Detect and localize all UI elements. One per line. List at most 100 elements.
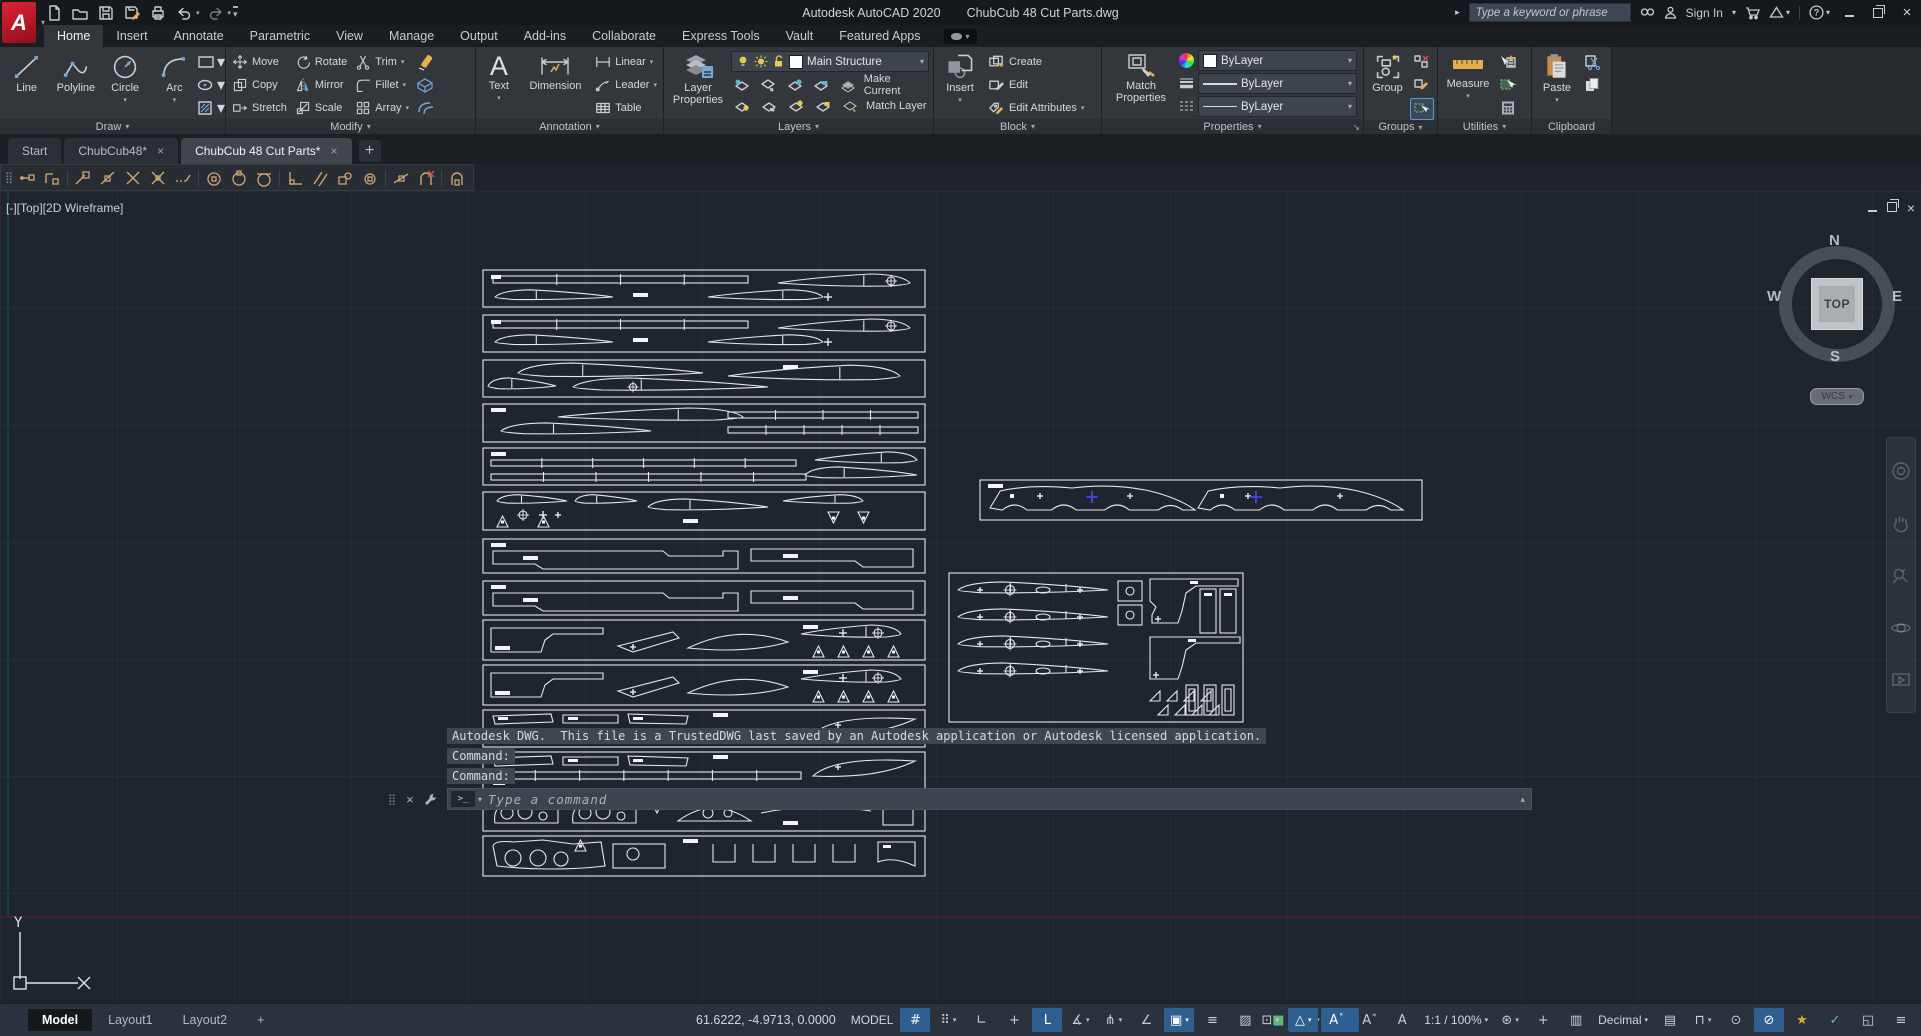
panel-title-draw[interactable]: Draw▾ xyxy=(0,119,225,134)
insert-block-button[interactable]: Insert▾ xyxy=(937,50,983,107)
rotate-button[interactable]: Rotate xyxy=(292,50,350,73)
layout-tab-layout2[interactable]: Layout2 xyxy=(169,1009,241,1031)
match-layer-icon[interactable] xyxy=(839,96,861,116)
layer-freeze-icon[interactable] xyxy=(784,75,806,95)
command-history-toggle-icon[interactable]: ▴ xyxy=(1520,794,1525,805)
trim-button[interactable]: Trim▾ xyxy=(352,50,412,73)
graphics-performance[interactable]: ⊘ xyxy=(1754,1008,1784,1032)
gizmo-toggle[interactable]: △▾ xyxy=(1288,1008,1318,1032)
annotation-autoscale-toggle[interactable]: A* xyxy=(1354,1008,1384,1032)
leader-button[interactable]: Leader▾ xyxy=(592,73,660,96)
viewport-label[interactable]: [-][Top][2D Wireframe] xyxy=(6,201,123,215)
table-button[interactable]: Table xyxy=(592,96,660,119)
new-drawing-button[interactable] xyxy=(44,3,64,23)
clean-screen[interactable]: ◱ xyxy=(1853,1008,1883,1032)
array-button[interactable]: Array▾ xyxy=(352,96,412,119)
stretch-button[interactable]: Stretch xyxy=(229,96,290,119)
orbit-icon[interactable] xyxy=(1890,618,1912,638)
workspace-switching[interactable]: ⊛▾ xyxy=(1495,1008,1525,1032)
dynamic-input-toggle[interactable]: + xyxy=(999,1008,1029,1032)
measure-button[interactable]: Measure▾ xyxy=(1441,50,1495,103)
file-tab-close-icon[interactable]: × xyxy=(157,144,164,158)
model-space-button[interactable]: MODEL xyxy=(847,1013,898,1027)
ortho-mode-toggle[interactable]: L xyxy=(1032,1008,1062,1032)
a360-icon[interactable]: ▾ xyxy=(1769,6,1790,19)
polyline-button[interactable]: Polyline xyxy=(52,50,99,94)
text-button[interactable]: A Text▾ xyxy=(479,50,519,105)
command-close-icon[interactable]: × xyxy=(406,792,414,807)
search-icon[interactable] xyxy=(1640,6,1655,19)
redo-caret-icon[interactable]: ▾ xyxy=(228,9,232,17)
nearest-icon[interactable] xyxy=(389,167,413,189)
grid-display-toggle[interactable]: # xyxy=(900,1008,930,1032)
ribbon-tab-output[interactable]: Output xyxy=(447,25,511,47)
ribbon-tab-collaborate[interactable]: Collaborate xyxy=(579,25,669,47)
undo-caret-icon[interactable]: ▾ xyxy=(196,9,200,17)
showmotion-icon[interactable] xyxy=(1890,670,1912,690)
minimize-button[interactable] xyxy=(1839,4,1859,22)
quick-select-icon[interactable] xyxy=(1497,52,1519,72)
ribbon-tab-express-tools[interactable]: Express Tools xyxy=(669,25,773,47)
ribbon-tab-annotate[interactable]: Annotate xyxy=(161,25,237,47)
lock-ui[interactable]: ⊓▾ xyxy=(1688,1008,1718,1032)
select-objects-icon[interactable] xyxy=(1497,75,1519,95)
endpoint-icon[interactable] xyxy=(71,167,95,189)
ungroup-icon[interactable] xyxy=(1411,52,1433,72)
group-button[interactable]: Group xyxy=(1367,50,1408,94)
command-caret-icon[interactable]: ▾ xyxy=(478,795,482,804)
connect-media-button[interactable]: ▾ xyxy=(944,29,977,44)
toolbar-grip[interactable]: ⣿ xyxy=(5,171,11,184)
offset-icon[interactable] xyxy=(414,98,436,118)
command-input[interactable]: >_ ▾ Type a command ▴ xyxy=(447,788,1532,810)
line-button[interactable]: Line xyxy=(3,50,50,94)
restore-button[interactable] xyxy=(1868,4,1888,22)
layer-thaw-icon[interactable] xyxy=(785,96,807,116)
ellipse-tool-icon[interactable]: ▾ xyxy=(200,75,222,95)
panel-title-properties[interactable]: Properties▾ xyxy=(1102,119,1363,134)
units-value[interactable]: Decimal▾ xyxy=(1594,1013,1652,1027)
snap-mode-toggle[interactable]: ⠿▾ xyxy=(933,1008,963,1032)
temporary-track-point-icon[interactable] xyxy=(15,167,39,189)
fillet-button[interactable]: Fillet▾ xyxy=(352,73,412,96)
midpoint-icon[interactable] xyxy=(96,167,120,189)
quadrant-icon[interactable] xyxy=(227,167,251,189)
file-tab-start[interactable]: Start xyxy=(8,138,61,164)
annotation-visibility-toggle[interactable]: A° xyxy=(1321,1008,1351,1032)
panel-title-clipboard[interactable]: Clipboard xyxy=(1532,119,1611,134)
user-icon[interactable] xyxy=(1664,6,1677,19)
layer-dropdown[interactable]: Main Structure ▾ xyxy=(731,51,929,72)
file-tab-chubcub48[interactable]: ChubCub48*× xyxy=(64,138,178,164)
plot-button[interactable] xyxy=(148,3,168,23)
ribbon-tab-insert[interactable]: Insert xyxy=(103,25,160,47)
hatch-tool-icon[interactable]: ▾ xyxy=(200,98,222,118)
explode-icon[interactable] xyxy=(414,75,436,95)
match-properties-button[interactable]: Match Properties xyxy=(1105,50,1177,104)
layer-on-icon[interactable] xyxy=(731,96,753,116)
lineweight-display-toggle[interactable]: ≡ xyxy=(1197,1008,1227,1032)
insertion-point-icon[interactable] xyxy=(333,167,357,189)
layout-tab-model[interactable]: Model xyxy=(28,1009,92,1031)
isolate-objects[interactable]: ⊙ xyxy=(1721,1008,1751,1032)
move-button[interactable]: Move xyxy=(229,50,290,73)
lineweight-dropdown[interactable]: ByLayer▾ xyxy=(1198,73,1357,94)
ribbon-tab-view[interactable]: View xyxy=(323,25,376,47)
copy-clip-icon[interactable] xyxy=(1581,75,1603,95)
crosshair-icon[interactable]: + xyxy=(1528,1008,1558,1032)
properties-expander-icon[interactable]: ↘ xyxy=(1352,122,1360,133)
object-color-dropdown[interactable]: ByLayer▾ xyxy=(1198,50,1357,71)
sign-in-label[interactable]: Sign In xyxy=(1686,6,1723,20)
trusteddwg-icon[interactable]: ★ xyxy=(1787,1008,1817,1032)
edit-attributes-button[interactable]: Edit Attributes▾ xyxy=(985,96,1087,119)
ribbon-tab-vault[interactable]: Vault xyxy=(773,25,827,47)
circle-button[interactable]: Circle▾ xyxy=(102,50,149,107)
layout-tab-layout1[interactable]: Layout1 xyxy=(94,1009,166,1031)
intersection-icon[interactable] xyxy=(121,167,145,189)
application-menu-button[interactable]: A▾ xyxy=(2,2,36,43)
create-block-button[interactable]: Create xyxy=(985,50,1087,73)
object-snap-tracking-toggle[interactable]: ∠ xyxy=(1131,1008,1161,1032)
layer-walk-icon[interactable] xyxy=(758,96,780,116)
erase-icon[interactable] xyxy=(414,52,436,72)
paste-button[interactable]: Paste▾ xyxy=(1535,50,1579,107)
perpendicular-icon[interactable] xyxy=(283,167,307,189)
drawing-canvas[interactable]: Y [-][Top][2D Wireframe] × N W E S TOP W… xyxy=(0,191,1921,1003)
